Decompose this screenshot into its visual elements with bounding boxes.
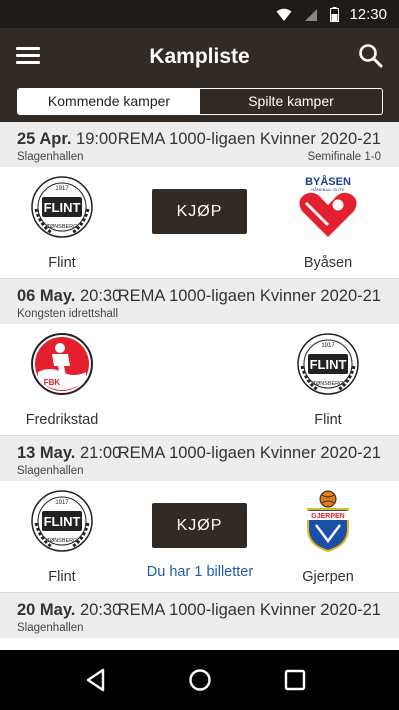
match-header: 25 Apr. 19:00 REMA 1000-ligaen Kvinner 2… xyxy=(0,122,399,167)
buy-ticket-button[interactable]: KJØP xyxy=(152,503,247,548)
tab-played[interactable]: Spilte kamper xyxy=(200,89,382,114)
home-icon[interactable] xyxy=(186,666,214,694)
match-venue: Slagenhallen xyxy=(17,465,84,477)
match-league: REMA 1000-ligaen Kvinner 2020-21 xyxy=(117,130,381,148)
match-header: 20 May. 20:30 REMA 1000-ligaen Kvinner 2… xyxy=(0,593,399,638)
app-bar: Kampliste Kommende kamper Spilte kamper xyxy=(0,28,399,122)
buy-ticket-button[interactable]: KJØP xyxy=(152,189,247,234)
away-team: BYÅSEN HÅNDBALL ELITE Byåsen xyxy=(273,175,383,271)
wifi-icon xyxy=(276,8,292,21)
flint-logo: FLINT 1917 TØNSBERG xyxy=(31,490,93,552)
away-team: GJERPEN Gjerpen xyxy=(273,489,383,585)
match-date: 06 May. xyxy=(17,287,76,305)
match-date: 13 May. xyxy=(17,444,76,462)
away-team: FLINT 1917 TØNSBERG Flint xyxy=(273,332,383,428)
home-team-name: Flint xyxy=(48,569,76,585)
home-team: FLINT 1917 TØNSBERG Flint xyxy=(7,175,117,271)
svg-text:FBK: FBK xyxy=(44,378,61,387)
match-league: REMA 1000-ligaen Kvinner 2020-21 xyxy=(117,601,381,619)
my-tickets-link[interactable]: Du har 1 billetter xyxy=(120,564,280,580)
match-header: 13 May. 21:00 REMA 1000-ligaen Kvinner 2… xyxy=(0,436,399,481)
away-team-name: Byåsen xyxy=(303,255,353,271)
svg-text:1917: 1917 xyxy=(55,186,69,192)
match-card[interactable]: FBK Fredrikstad FLINT 1917 TØNSBERG Flin… xyxy=(0,324,399,436)
battery-icon xyxy=(330,7,339,22)
system-nav-bar xyxy=(0,650,399,710)
svg-text:TØNSBERG: TØNSBERG xyxy=(313,381,344,387)
svg-text:FLINT: FLINT xyxy=(44,200,81,215)
svg-text:1917: 1917 xyxy=(55,500,69,506)
match-list: 25 Apr. 19:00 REMA 1000-ligaen Kvinner 2… xyxy=(0,122,399,650)
flint-logo: FLINT 1917 TØNSBERG xyxy=(31,176,93,238)
svg-text:TØNSBERG: TØNSBERG xyxy=(47,224,78,230)
match-time: 19:00 xyxy=(76,130,118,148)
home-team-name: Flint xyxy=(48,255,76,271)
svg-text:GJERPEN: GJERPEN xyxy=(311,513,344,520)
match-tabs: Kommende kamper Spilte kamper xyxy=(17,88,383,115)
match-date: 25 Apr. xyxy=(17,130,72,148)
match-venue: Kongsten idrettshall xyxy=(17,308,119,320)
match-venue: Slagenhallen xyxy=(17,622,84,634)
signal-icon xyxy=(305,8,317,21)
match-league: REMA 1000-ligaen Kvinner 2020-21 xyxy=(117,444,381,462)
match-card[interactable]: FLINT 1917 TØNSBERG Flint KJØP BYÅSEN HÅ… xyxy=(0,167,399,279)
match-time: 20:30 xyxy=(80,601,122,619)
home-team: FLINT 1917 TØNSBERG Flint xyxy=(7,489,117,585)
fredrikstad-logo: FBK xyxy=(31,333,93,395)
svg-text:FLINT: FLINT xyxy=(44,514,81,529)
home-team: FBK Fredrikstad xyxy=(0,332,124,428)
back-icon[interactable] xyxy=(82,666,110,694)
match-league: REMA 1000-ligaen Kvinner 2020-21 xyxy=(117,287,381,305)
svg-text:TØNSBERG: TØNSBERG xyxy=(47,538,78,544)
svg-text:FLINT: FLINT xyxy=(310,357,347,372)
status-bar: 12:30 xyxy=(0,0,399,28)
match-time: 21:00 xyxy=(80,444,122,462)
gjerpen-logo: GJERPEN xyxy=(306,490,350,553)
search-icon xyxy=(359,44,383,68)
match-date: 20 May. xyxy=(17,601,76,619)
status-time: 12:30 xyxy=(349,6,387,23)
page-title: Kampliste xyxy=(149,45,250,68)
svg-text:HÅNDBALL ELITE: HÅNDBALL ELITE xyxy=(311,187,345,192)
match-header: 06 May. 20:30 REMA 1000-ligaen Kvinner 2… xyxy=(0,279,399,324)
match-time: 20:30 xyxy=(80,287,122,305)
recents-icon[interactable] xyxy=(281,666,309,694)
away-team-name: Gjerpen xyxy=(302,569,354,585)
away-team-name: Flint xyxy=(314,412,342,428)
match-venue: Slagenhallen xyxy=(17,151,84,163)
home-team-name: Fredrikstad xyxy=(25,412,99,428)
match-stage: Semifinale 1-0 xyxy=(307,151,381,163)
match-card[interactable]: FLINT 1917 TØNSBERG Flint KJØP Du har 1 … xyxy=(0,481,399,593)
svg-text:1917: 1917 xyxy=(321,343,335,349)
search-button[interactable] xyxy=(357,42,385,70)
tab-upcoming[interactable]: Kommende kamper xyxy=(18,89,200,114)
flint-logo: FLINT 1917 TØNSBERG xyxy=(297,333,359,395)
byasen-logo: BYÅSEN HÅNDBALL ELITE xyxy=(299,175,357,237)
